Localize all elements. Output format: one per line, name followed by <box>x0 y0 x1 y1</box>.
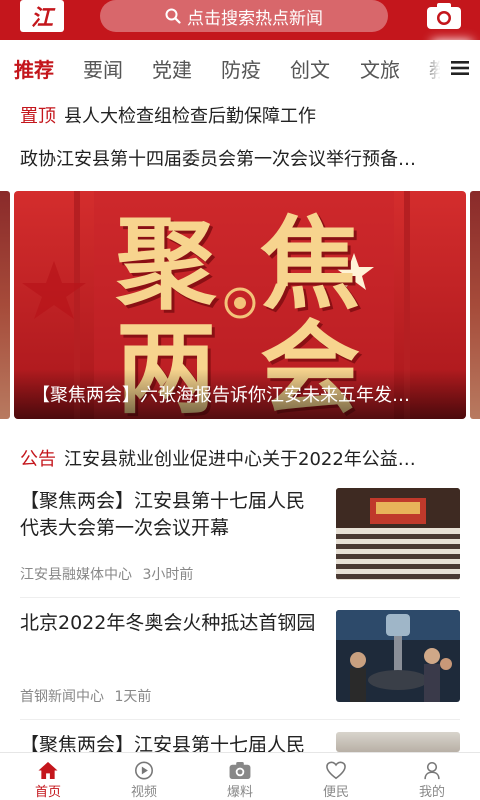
news-title: 【聚焦两会】江安县第十七届人民代表大会第一次会议开幕 <box>20 490 306 539</box>
news-divider <box>20 719 460 720</box>
news-thumbnail <box>336 488 460 580</box>
tab-menu-button[interactable] <box>440 40 480 96</box>
news-item[interactable]: 【聚焦两会】江安县第十七届人民代表大会第一次会议开幕 江安县融媒体中心 3小时前 <box>20 488 460 588</box>
news-title: 北京2022年冬奥会火种抵达首钢园 <box>20 612 316 634</box>
news-time: 1天前 <box>114 689 152 705</box>
app-logo[interactable]: 江 <box>20 0 64 32</box>
heart-icon <box>326 761 346 780</box>
notice-text: 江安县就业创业促进中心关于2022年公益… <box>64 449 416 470</box>
news-meta: 首钢新闻中心 1天前 <box>20 686 151 706</box>
nav-home-label: 首页 <box>34 785 61 800</box>
notice-item[interactable]: 公告 江安县就业创业促进中心关于2022年公益… <box>20 445 460 471</box>
tab-recommend[interactable]: 推荐 <box>14 54 54 83</box>
home-icon <box>38 761 58 780</box>
bottom-navigation: 首页 视频 爆料 便民 我的 <box>0 752 480 800</box>
channel-tabs: 推荐 要闻 党建 防疫 创文 文旅 教 <box>0 40 480 96</box>
banner-caption: 【聚焦两会】六张海报告诉你江安未来五年发… <box>14 369 466 419</box>
search-icon <box>165 8 181 24</box>
tab-culture-tourism[interactable]: 文旅 <box>360 54 400 83</box>
torch-event-photo <box>336 610 460 702</box>
news-thumbnail <box>336 610 460 702</box>
news-item[interactable]: 【聚焦两会】江安县第十七届人民 <box>20 732 460 752</box>
nav-profile[interactable]: 我的 <box>384 753 480 800</box>
news-thumbnail <box>336 732 460 752</box>
nav-video[interactable]: 视频 <box>96 753 192 800</box>
nav-services[interactable]: 便民 <box>288 753 384 800</box>
search-placeholder: 点击搜索热点新闻 <box>187 8 323 29</box>
nav-video-label: 视频 <box>130 785 157 800</box>
nav-home[interactable]: 首页 <box>0 753 96 800</box>
play-icon <box>135 761 153 780</box>
tab-civilization[interactable]: 创文 <box>290 54 330 83</box>
camera-button[interactable] <box>424 0 464 32</box>
news-time: 3小时前 <box>142 567 194 583</box>
news-item[interactable]: 北京2022年冬奥会火种抵达首钢园 首钢新闻中心 1天前 <box>20 610 460 710</box>
nav-report-label: 爆料 <box>226 785 253 800</box>
user-icon <box>424 761 440 780</box>
headline-item[interactable]: 政协江安县第十四届委员会第一次会议举行预备… <box>20 145 460 171</box>
camera-icon <box>427 3 461 29</box>
news-title: 【聚焦两会】江安县第十七届人民 <box>20 734 306 752</box>
nav-report[interactable]: 爆料 <box>192 753 288 800</box>
news-meta: 江安县融媒体中心 3小时前 <box>20 564 193 584</box>
carousel-next-peek[interactable] <box>470 191 480 419</box>
tab-epidemic[interactable]: 防疫 <box>221 54 261 83</box>
pinned-text: 县人大检查组检查后勤保障工作 <box>64 106 316 127</box>
headline-text: 政协江安县第十四届委员会第一次会议举行预备… <box>20 149 416 170</box>
notice-tag: 公告 <box>20 449 56 470</box>
banner-carousel[interactable]: 聚 焦 两 会 【聚焦两会】六张海报告诉你江安未来五年发… <box>14 191 466 419</box>
top-bar: 江 点击搜索热点新闻 <box>0 0 480 40</box>
pinned-tag: 置顶 <box>20 106 56 127</box>
tab-party[interactable]: 党建 <box>152 54 192 83</box>
news-source: 首钢新闻中心 <box>20 689 104 705</box>
nav-profile-label: 我的 <box>418 785 445 800</box>
carousel-prev-peek[interactable] <box>0 191 10 419</box>
menu-icon <box>451 61 469 75</box>
camera-icon <box>229 761 251 780</box>
news-source: 江安县融媒体中心 <box>20 567 132 583</box>
news-divider <box>20 597 460 598</box>
search-bar[interactable]: 点击搜索热点新闻 <box>100 0 388 32</box>
pinned-headline[interactable]: 置顶 县人大检查组检查后勤保障工作 <box>20 102 460 128</box>
nav-services-label: 便民 <box>322 785 349 800</box>
logo-text: 江 <box>30 5 53 31</box>
conference-photo <box>336 488 460 580</box>
tab-news[interactable]: 要闻 <box>83 54 123 83</box>
